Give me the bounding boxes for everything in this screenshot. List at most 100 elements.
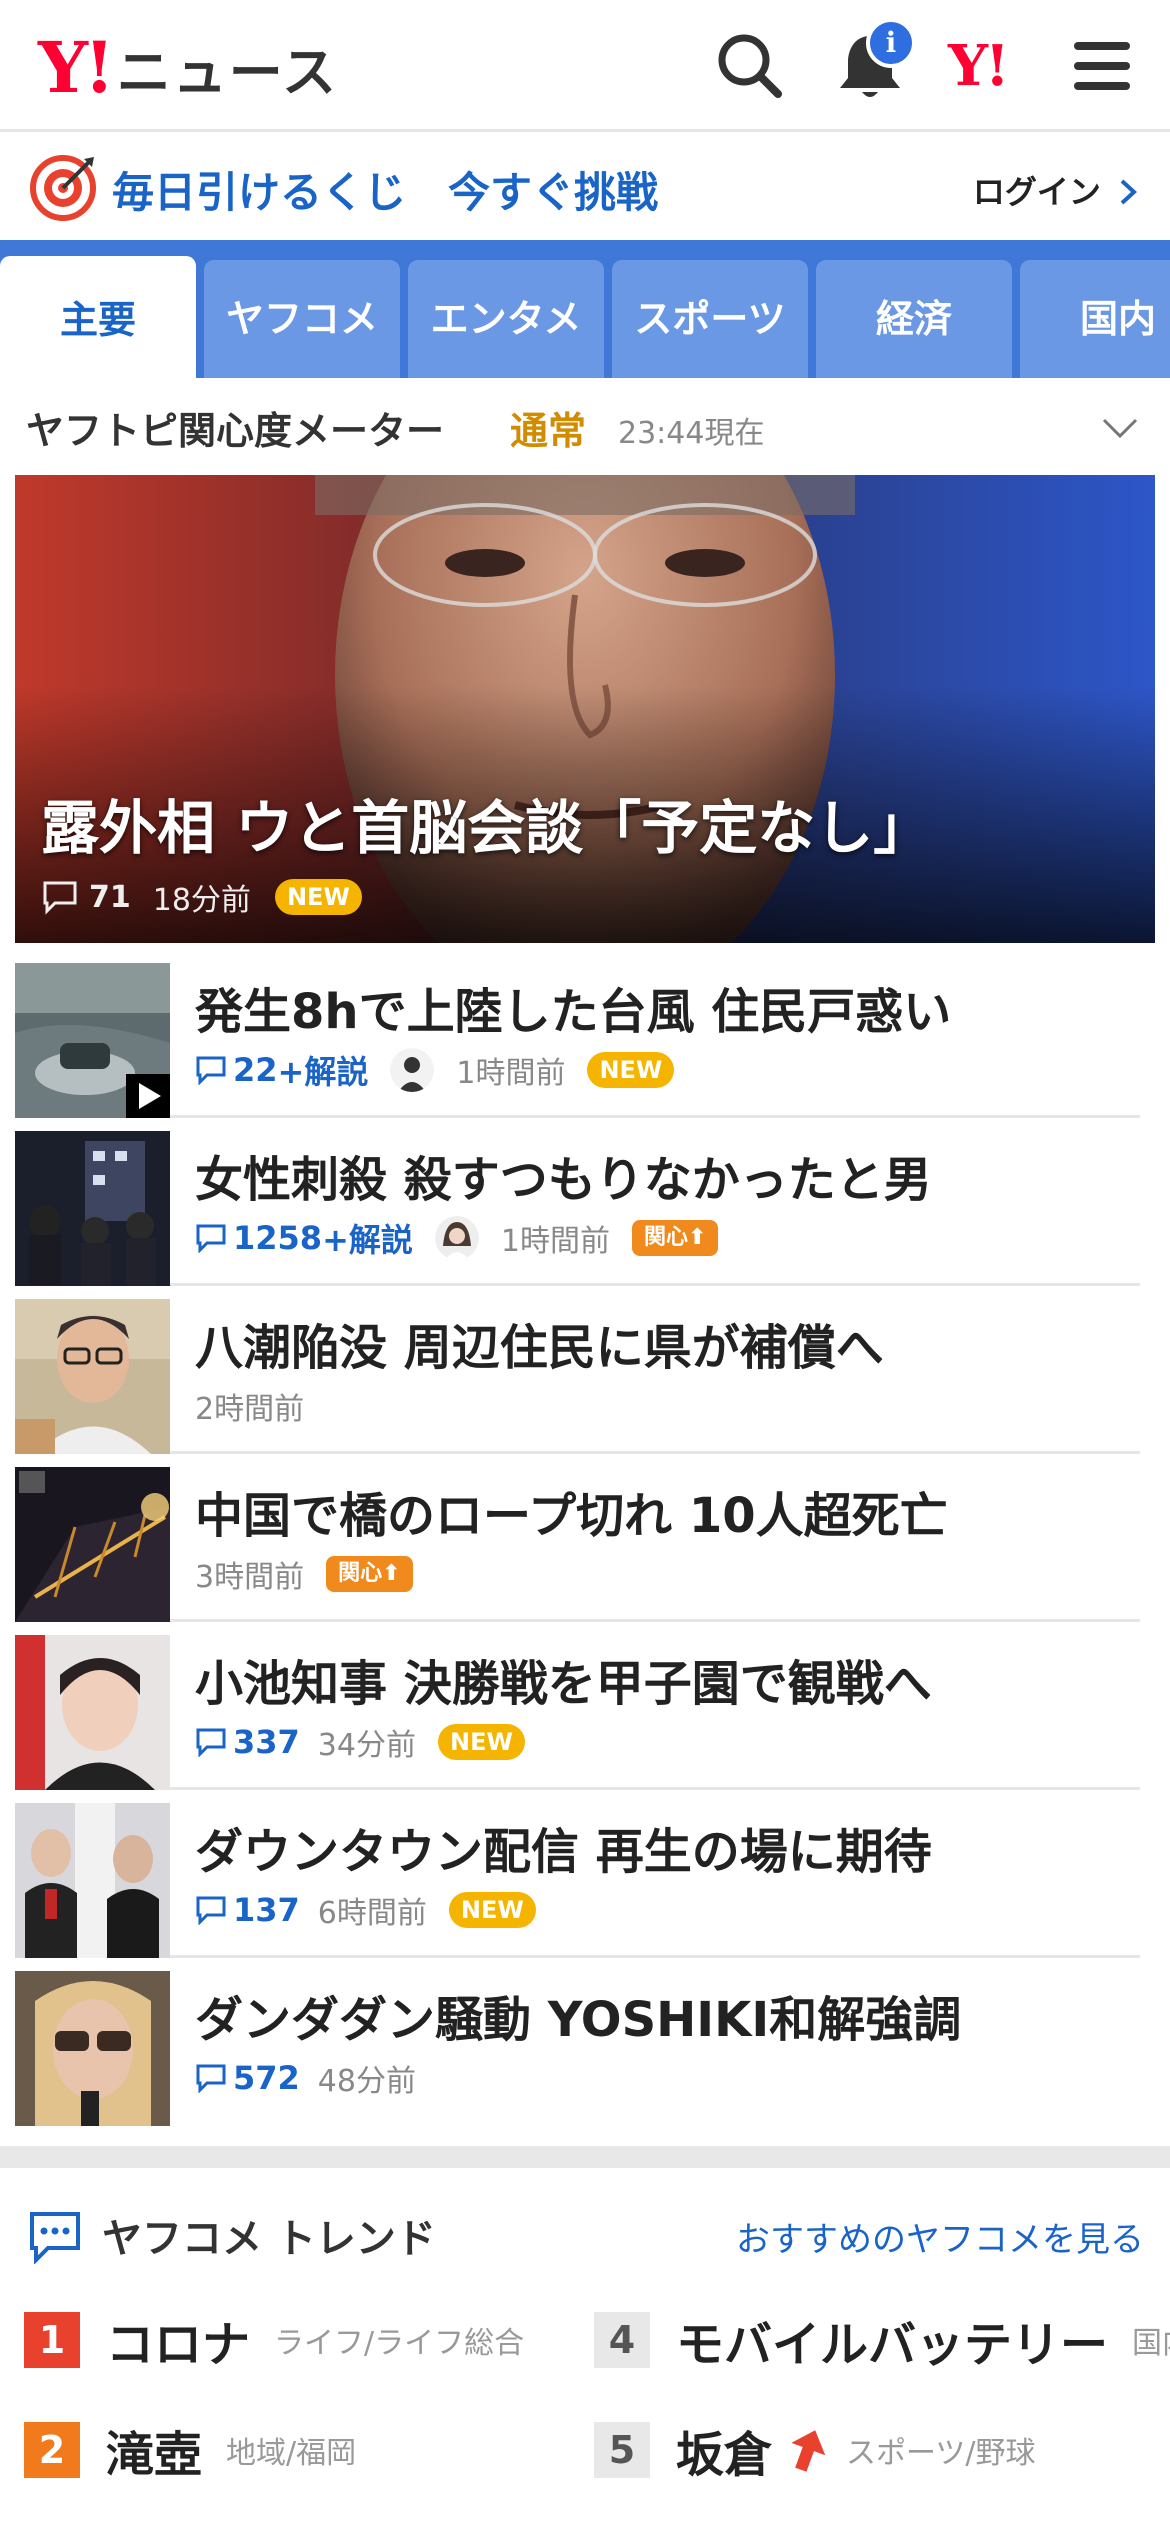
article-time: 1時間前 (456, 1056, 566, 1091)
trend-item[interactable]: 1 コロナ ライフ/ライフ総合 (24, 2300, 524, 2380)
article-meta: 1258 +解説 1時間前 関心⬆ (195, 1215, 719, 1261)
lottery-link[interactable]: 毎日引けるくじ 今すぐ挑戦 (112, 159, 658, 220)
article-meta: 572 48分前 (195, 2056, 438, 2100)
article-thumbnail (15, 1299, 170, 1454)
tab-yafucome[interactable]: ヤフコメ (204, 260, 400, 378)
article-meta: 337 34分前 NEW (195, 1720, 525, 1764)
article-thumbnail (15, 963, 170, 1118)
category-tabs: 主要 ヤフコメ エンタメ スポーツ 経済 国内 (0, 240, 1170, 378)
article-item[interactable]: 小池知事 決勝戦を甲子園で観戦へ 337 34分前 NEW (15, 1622, 1140, 1790)
comment-icon (196, 1896, 226, 1925)
target-icon (30, 155, 96, 221)
meter-time: 23:44現在 (618, 416, 765, 451)
new-badge: NEW (587, 1052, 675, 1088)
section-divider (0, 2146, 1170, 2168)
comment-count: 572 (195, 2059, 300, 2097)
article-item[interactable]: ダンダダン騒動 YOSHIKI和解強調 572 48分前 (15, 1958, 1140, 2126)
article-time: 48分前 (317, 2064, 416, 2099)
trend-word: 滝壺 (106, 2427, 203, 2483)
yahoo-japan-link[interactable]: Y! (948, 28, 1038, 104)
article-title: ダンダダン騒動 YOSHIKI和解強調 (195, 1992, 962, 2048)
interest-badge: 関心⬆ (326, 1556, 413, 1592)
top-story-headline: 露外相 ウと首脳会談「予定なし」 (41, 794, 932, 862)
logo-mark: Y! (38, 25, 115, 109)
top-story-meta: 71 18分前 NEW (41, 875, 362, 919)
trend-category: 地域/福岡 (226, 2436, 357, 2471)
article-meta: 2時間前 (195, 1384, 326, 1428)
article-meta: 137 6時間前 NEW (195, 1888, 536, 1932)
article-time: 3時間前 (195, 1560, 305, 1595)
interest-meter[interactable]: ヤフトピ関心度メーター 通常 23:44現在 (0, 378, 1170, 473)
meter-status: 通常 (510, 409, 587, 453)
top-story-comments: 71 (89, 879, 131, 915)
article-time: 2時間前 (195, 1392, 305, 1427)
article-title: 八潮陥没 周辺住民に県が補償へ (195, 1320, 884, 1376)
trend-category: スポーツ/野球 (846, 2436, 1036, 2471)
tab-domestic[interactable]: 国内 (1020, 260, 1170, 378)
comment-count: 137 (195, 1891, 300, 1929)
trend-rank: 5 (594, 2422, 650, 2478)
article-item[interactable]: 八潮陥没 周辺住民に県が補償へ 2時間前 (15, 1286, 1140, 1454)
trend-word: コロナ (106, 2317, 251, 2373)
tab-sports[interactable]: スポーツ (612, 260, 808, 378)
article-meta: 3時間前 関心⬆ (195, 1552, 413, 1596)
tab-entame[interactable]: エンタメ (408, 260, 604, 378)
article-thumbnail (15, 1971, 170, 2126)
interest-badge: 関心⬆ (631, 1220, 719, 1256)
article-item[interactable]: ダウンタウン配信 再生の場に期待 137 6時間前 NEW (15, 1790, 1140, 1958)
comment-icon (196, 1728, 226, 1757)
top-story-photo (15, 475, 1155, 943)
tab-main[interactable]: 主要 (0, 256, 196, 378)
lottery-bar: 毎日引けるくじ 今すぐ挑戦 ログイン (0, 135, 1170, 240)
article-item[interactable]: 発生8hで上陸した台風 住民戸惑い 22 +解説 1時間前 NEW (15, 950, 1140, 1118)
comment-count: 337 (195, 1723, 300, 1761)
yahoo-mark: Y! (948, 33, 1010, 99)
article-thumbnail (15, 1131, 170, 1286)
trend-item[interactable]: 5 坂倉 スポーツ/野球 (594, 2410, 1036, 2490)
notification-button[interactable]: i (832, 18, 916, 104)
comment-count: 1258 +解説 (195, 1215, 413, 1261)
chevron-right-icon (1120, 179, 1137, 205)
article-title: 小池知事 決勝戦を甲子園で観戦へ (195, 1656, 932, 1712)
trend-item-clip: 4 モバイルバッテリー 国内 (594, 2300, 1170, 2380)
article-item[interactable]: 中国で橋のロープ切れ 10人超死亡 3時間前 関心⬆ (15, 1454, 1140, 1622)
trend-word: モバイルバッテリー (676, 2317, 1109, 2373)
logo-text: ニュース (116, 41, 339, 104)
trend-category: ライフ/ライフ総合 (274, 2326, 525, 2361)
comment-icon (196, 1056, 226, 1085)
menu-icon[interactable] (1064, 28, 1140, 104)
trend-comment-icon (30, 2212, 80, 2264)
tab-economy[interactable]: 経済 (816, 260, 1012, 378)
notification-badge: i (866, 18, 916, 68)
trend-category: 国内 (1132, 2326, 1170, 2361)
article-thumbnail (15, 1803, 170, 1958)
trend-item[interactable]: 2 滝壺 地域/福岡 (24, 2410, 356, 2490)
yahoo-news-logo[interactable]: Y! ニュース (38, 28, 338, 107)
article-title: 中国で橋のロープ切れ 10人超死亡 (195, 1488, 948, 1544)
avatar (434, 1216, 479, 1260)
arrow-up-icon (791, 2430, 826, 2472)
trend-more-link[interactable]: おすすめのヤフコメを見る (736, 2212, 1144, 2261)
comment-count: 22 +解説 (195, 1047, 368, 1093)
trend-item[interactable]: 4 モバイルバッテリー 国内 (594, 2300, 1170, 2380)
article-meta: 22 +解説 1時間前 NEW (195, 1047, 675, 1093)
trend-header: ヤフコメ トレンド おすすめのヤフコメを見る (0, 2168, 1170, 2288)
article-title: ダウンタウン配信 再生の場に期待 (195, 1824, 932, 1880)
article-thumbnail (15, 1635, 170, 1790)
search-icon[interactable] (712, 28, 788, 104)
comment-icon (196, 1224, 226, 1253)
trend-rank: 2 (24, 2422, 80, 2478)
article-time: 1時間前 (500, 1224, 610, 1259)
login-link[interactable]: ログイン (973, 167, 1140, 213)
comment-icon (196, 2064, 226, 2093)
article-title: 女性刺殺 殺すつもりなかったと男 (195, 1152, 932, 1208)
article-item[interactable]: 女性刺殺 殺すつもりなかったと男 1258 +解説 1時間前 関心⬆ (15, 1118, 1140, 1286)
login-label: ログイン (972, 173, 1101, 211)
chevron-down-icon[interactable] (1100, 408, 1140, 448)
top-story[interactable]: 露外相 ウと首脳会談「予定なし」 71 18分前 NEW (15, 475, 1155, 943)
article-time: 6時間前 (317, 1896, 427, 1931)
new-badge: NEW (437, 1724, 525, 1760)
meter-title: ヤフトピ関心度メーター (26, 409, 445, 453)
trend-word: 坂倉 (676, 2427, 773, 2483)
trend-title: ヤフコメ トレンド (102, 2216, 436, 2262)
